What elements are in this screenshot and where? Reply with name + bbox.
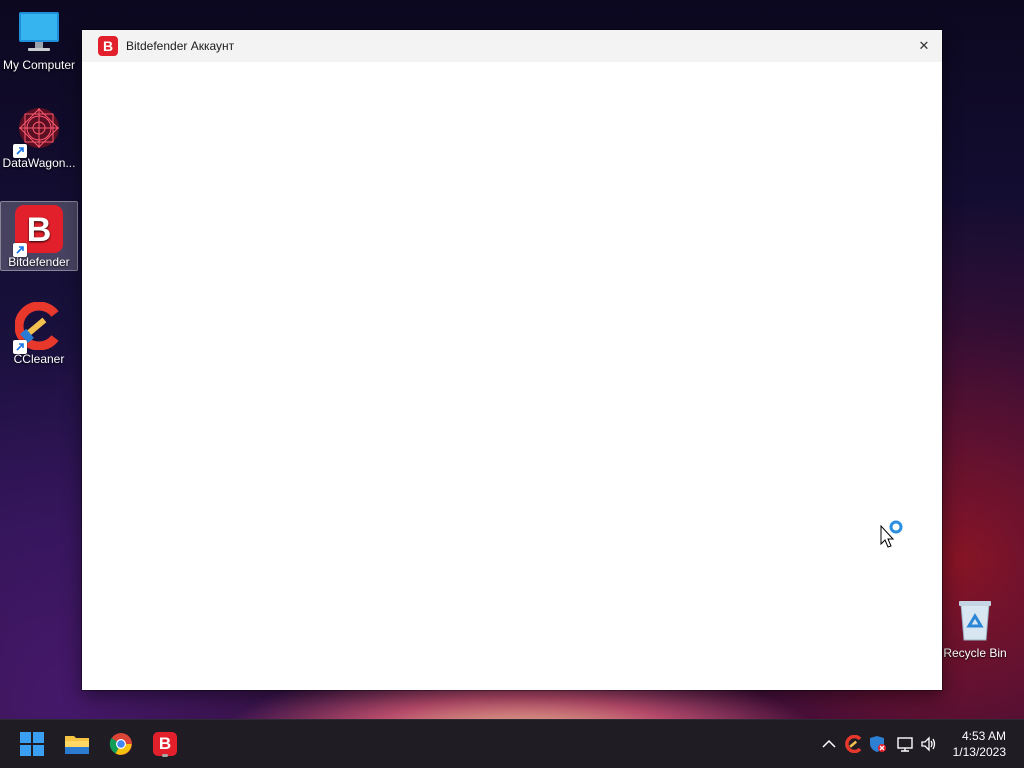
tray-volume[interactable]: [920, 735, 938, 753]
ccleaner-icon: [13, 301, 63, 354]
tray-network[interactable]: [896, 735, 914, 753]
bitdefender-icon: B: [13, 205, 63, 257]
tray-security[interactable]: [869, 735, 887, 753]
desktop-icon-label: CCleaner: [13, 352, 65, 366]
desktop-icon-label: DataWagon...: [2, 156, 76, 170]
svg-text:B: B: [27, 211, 52, 249]
running-indicator: [162, 754, 168, 757]
taskbar-bitdefender[interactable]: B: [149, 728, 181, 760]
shortcut-arrow-icon: [13, 243, 27, 257]
windows-start-icon: [20, 732, 44, 756]
shortcut-arrow-icon: [13, 340, 27, 354]
clock-time: 4:53 AM: [961, 729, 1006, 743]
recycle-bin-icon: [951, 596, 999, 644]
desktop-icon-recycle-bin[interactable]: Recycle Bin: [937, 596, 1013, 660]
taskbar-chrome[interactable]: [105, 728, 137, 760]
folder-icon: [65, 736, 89, 754]
close-button[interactable]: ✕: [912, 34, 936, 58]
chevron-up-icon: [822, 739, 836, 748]
desktop-icon-datawagon[interactable]: DataWagon...: [1, 106, 77, 170]
tray-ccleaner[interactable]: [845, 735, 863, 753]
close-icon: ✕: [918, 38, 930, 53]
window-title: Bitdefender Аккаунт: [126, 39, 235, 53]
security-tray-icon: [870, 736, 886, 752]
taskbar-clock[interactable]: 4:53 AM 1/13/2023: [953, 728, 1006, 760]
window-content-area: [82, 62, 942, 690]
desktop-icon-ccleaner[interactable]: CCleaner: [1, 301, 77, 366]
desktop-icon-my-computer[interactable]: My Computer: [1, 8, 77, 72]
desktop-icon-label: Bitdefender: [8, 255, 70, 269]
shortcut-arrow-icon: [13, 144, 27, 158]
ccleaner-tray-icon: [845, 735, 862, 753]
window-titlebar[interactable]: B Bitdefender Аккаунт ✕: [82, 30, 942, 62]
volume-icon: [921, 736, 936, 752]
desktop-icon-label: My Computer: [2, 58, 76, 72]
bitdefender-logo-icon: B: [98, 36, 118, 56]
desktop-icon-bitdefender[interactable]: B Bitdefender: [0, 201, 78, 271]
taskbar: B 4:53 AM 1/13/2023: [0, 719, 1024, 768]
bitdefender-account-window[interactable]: B Bitdefender Аккаунт ✕: [82, 30, 942, 690]
taskbar-file-explorer[interactable]: [61, 728, 93, 760]
desktop-icon-label: Recycle Bin: [943, 646, 1007, 660]
busy-cursor-icon: [880, 520, 906, 548]
datawagon-icon: [13, 106, 63, 158]
monitor-icon: [15, 8, 63, 56]
start-button[interactable]: [16, 728, 48, 760]
clock-date: 1/13/2023: [952, 745, 1006, 759]
chrome-icon: [109, 733, 132, 755]
network-icon: [897, 737, 913, 752]
bitdefender-icon: B: [153, 732, 177, 756]
tray-overflow-button[interactable]: [820, 735, 838, 753]
